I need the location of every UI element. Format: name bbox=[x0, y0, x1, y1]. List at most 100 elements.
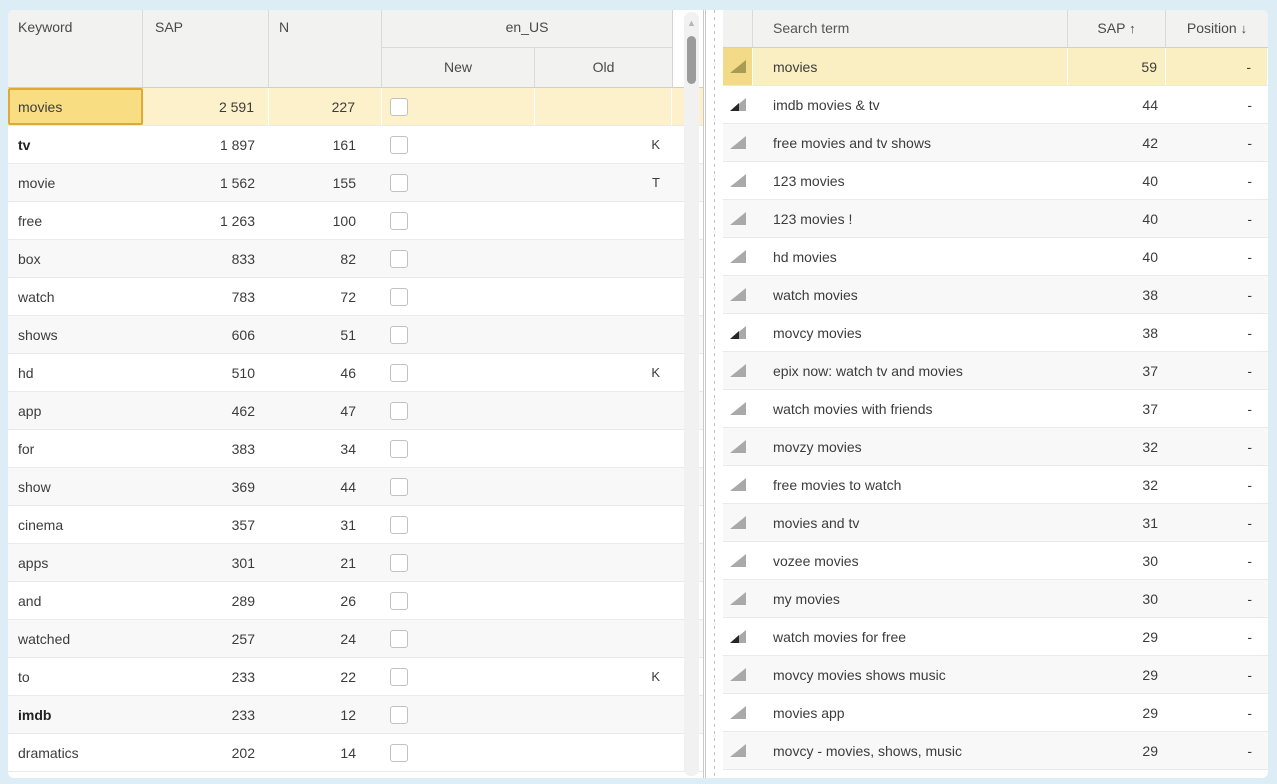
keyword-cell[interactable]: show bbox=[8, 468, 143, 505]
sap-sort-column-header[interactable]: SAP ↑ bbox=[1068, 10, 1166, 47]
search-term-cell[interactable]: 123 movies ! bbox=[753, 200, 1068, 237]
new-checkbox[interactable] bbox=[390, 288, 408, 306]
old-column-header[interactable]: Old bbox=[535, 48, 672, 87]
keyword-cell[interactable]: dramatics bbox=[8, 734, 143, 771]
keyword-cell[interactable]: free bbox=[8, 202, 143, 239]
new-checkbox[interactable] bbox=[390, 174, 408, 192]
search-term-cell[interactable]: my movies bbox=[753, 580, 1068, 617]
keyword-row[interactable]: dramatics 202 14 bbox=[8, 734, 703, 772]
position-sort-column-header[interactable]: Position ↓ bbox=[1166, 10, 1268, 47]
sort-descending-icon[interactable]: ↓ bbox=[1241, 21, 1248, 36]
search-term-row[interactable]: movcy movies shows music 29 - bbox=[723, 656, 1268, 694]
new-checkbox[interactable] bbox=[390, 136, 408, 154]
search-term-column-header[interactable]: Search term bbox=[753, 10, 1068, 47]
keyword-row[interactable]: box 833 82 bbox=[8, 240, 703, 278]
search-term-row[interactable]: watch movies for free 29 - bbox=[723, 618, 1268, 656]
search-term-cell[interactable]: movcy movies bbox=[753, 314, 1068, 351]
search-term-cell[interactable]: hd movies bbox=[753, 238, 1068, 275]
keyword-row[interactable]: apps 301 21 bbox=[8, 544, 703, 582]
new-checkbox[interactable] bbox=[390, 706, 408, 724]
search-term-row[interactable]: movies 59 - bbox=[723, 48, 1268, 86]
keyword-row[interactable]: to 233 22 K bbox=[8, 658, 703, 696]
search-term-row[interactable]: movcy - movies, shows, music 29 - bbox=[723, 732, 1268, 770]
keyword-row[interactable]: imdb 233 12 bbox=[8, 696, 703, 734]
keyword-cell[interactable]: watch bbox=[8, 278, 143, 315]
keyword-cell[interactable]: watched bbox=[8, 620, 143, 657]
search-term-row[interactable]: movzy movies 32 - bbox=[723, 428, 1268, 466]
search-term-cell[interactable]: imdb movies & tv bbox=[753, 86, 1068, 123]
keyword-column-header[interactable]: Keyword bbox=[8, 10, 143, 87]
search-term-cell[interactable]: movzy movies bbox=[753, 428, 1068, 465]
search-term-row[interactable]: 123 movies ! 40 - bbox=[723, 200, 1268, 238]
search-term-cell[interactable]: watch movies for free bbox=[753, 618, 1068, 655]
keyword-cell[interactable]: imdb bbox=[8, 696, 143, 733]
keyword-cell[interactable]: movies bbox=[8, 88, 143, 125]
keyword-cell[interactable]: and bbox=[8, 582, 143, 619]
search-term-row[interactable]: hd movies 40 - bbox=[723, 238, 1268, 276]
new-checkbox[interactable] bbox=[390, 98, 408, 116]
keyword-cell[interactable]: shows bbox=[8, 316, 143, 353]
panel-splitter[interactable] bbox=[703, 10, 723, 778]
search-term-row[interactable]: vozee movies 30 - bbox=[723, 542, 1268, 580]
new-checkbox[interactable] bbox=[390, 516, 408, 534]
keyword-row[interactable]: watch 783 72 bbox=[8, 278, 703, 316]
keyword-row[interactable]: movies 2 591 227 bbox=[8, 88, 703, 126]
new-checkbox[interactable] bbox=[390, 668, 408, 686]
search-term-cell[interactable]: movies bbox=[753, 48, 1068, 85]
new-checkbox[interactable] bbox=[390, 554, 408, 572]
keyword-row[interactable]: app 462 47 bbox=[8, 392, 703, 430]
keyword-cell[interactable]: cinema bbox=[8, 506, 143, 543]
search-term-cell[interactable]: 123 movies bbox=[753, 162, 1068, 199]
keyword-row[interactable]: cinema 357 31 bbox=[8, 506, 703, 544]
new-checkbox[interactable] bbox=[390, 592, 408, 610]
search-term-cell[interactable]: free movies to watch bbox=[753, 466, 1068, 503]
search-term-cell[interactable]: watch movies with friends bbox=[753, 390, 1068, 427]
keyword-cell[interactable]: hd bbox=[8, 354, 143, 391]
keyword-row[interactable]: free 1 263 100 bbox=[8, 202, 703, 240]
n-column-header[interactable]: N bbox=[269, 10, 382, 87]
keyword-cell[interactable]: for bbox=[8, 430, 143, 467]
keyword-cell[interactable]: app bbox=[8, 392, 143, 429]
vertical-scrollbar[interactable]: ▲ bbox=[684, 12, 699, 776]
new-checkbox[interactable] bbox=[390, 250, 408, 268]
keyword-row[interactable]: and 289 26 bbox=[8, 582, 703, 620]
new-column-header[interactable]: New bbox=[382, 48, 535, 87]
keyword-cell[interactable]: apps bbox=[8, 544, 143, 581]
keyword-row[interactable]: show 369 44 bbox=[8, 468, 703, 506]
search-term-row[interactable]: watch movies 38 - bbox=[723, 276, 1268, 314]
search-term-cell[interactable]: movcy movies shows music bbox=[753, 656, 1068, 693]
new-checkbox[interactable] bbox=[390, 364, 408, 382]
keyword-row[interactable]: tv 1 897 161 K bbox=[8, 126, 703, 164]
new-checkbox[interactable] bbox=[390, 744, 408, 762]
new-checkbox[interactable] bbox=[390, 478, 408, 496]
scroll-up-icon[interactable]: ▲ bbox=[684, 18, 699, 28]
sap-column-header[interactable]: SAP bbox=[143, 10, 269, 87]
search-term-row[interactable]: watch movies with friends 37 - bbox=[723, 390, 1268, 428]
keyword-row[interactable]: shows 606 51 bbox=[8, 316, 703, 354]
keyword-cell[interactable]: to bbox=[8, 658, 143, 695]
search-term-row[interactable]: free movies to watch 32 - bbox=[723, 466, 1268, 504]
keyword-row[interactable]: movie 1 562 155 T bbox=[8, 164, 703, 202]
search-term-cell[interactable]: movies app bbox=[753, 694, 1068, 731]
new-checkbox[interactable] bbox=[390, 326, 408, 344]
locale-group-header[interactable]: en_US bbox=[382, 10, 672, 48]
search-term-row[interactable]: my movies 30 - bbox=[723, 580, 1268, 618]
search-term-cell[interactable]: movcy - movies, shows, music bbox=[753, 732, 1068, 769]
search-term-row[interactable]: movies and tv 31 - bbox=[723, 504, 1268, 542]
search-term-cell[interactable]: watch movies bbox=[753, 276, 1068, 313]
new-checkbox[interactable] bbox=[390, 440, 408, 458]
search-term-cell[interactable]: vozee movies bbox=[753, 542, 1068, 579]
keyword-cell[interactable]: movie bbox=[8, 164, 143, 201]
keyword-row[interactable]: hd 510 46 K bbox=[8, 354, 703, 392]
search-term-row[interactable]: epix now: watch tv and movies 37 - bbox=[723, 352, 1268, 390]
search-term-cell[interactable]: movies and tv bbox=[753, 504, 1068, 541]
search-term-cell[interactable]: epix now: watch tv and movies bbox=[753, 352, 1068, 389]
search-term-row[interactable]: imdb movies & tv 44 - bbox=[723, 86, 1268, 124]
scrollbar-thumb[interactable] bbox=[687, 36, 696, 84]
keyword-cell[interactable]: box bbox=[8, 240, 143, 277]
new-checkbox[interactable] bbox=[390, 402, 408, 420]
search-term-row[interactable]: 123 movies 40 - bbox=[723, 162, 1268, 200]
keyword-row[interactable]: for 383 34 bbox=[8, 430, 703, 468]
new-checkbox[interactable] bbox=[390, 212, 408, 230]
keyword-row[interactable]: watched 257 24 bbox=[8, 620, 703, 658]
